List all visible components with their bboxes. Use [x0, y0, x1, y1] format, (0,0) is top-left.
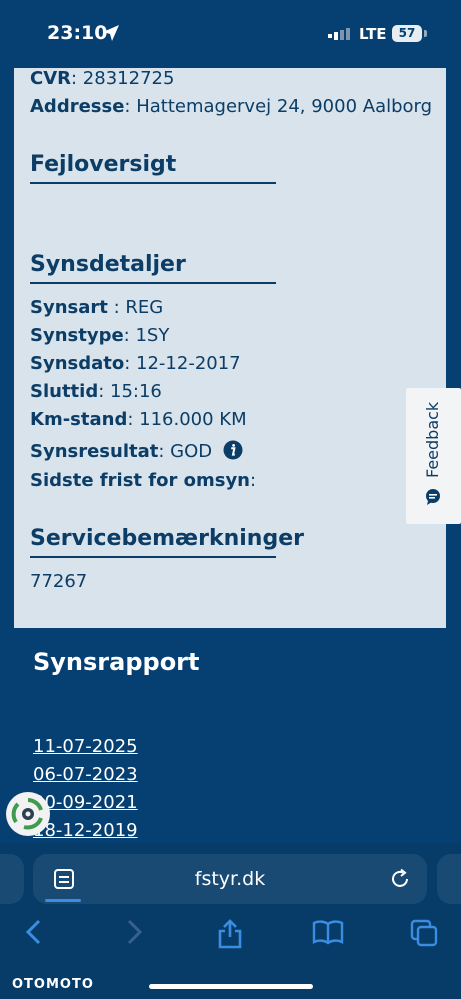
service-title: Servicebemærkninger [30, 526, 304, 551]
synstype-label: Synstype [30, 325, 124, 346]
back-icon[interactable] [24, 919, 44, 945]
feedback-label: Feedback [423, 401, 442, 478]
sluttid-value: : 15:16 [98, 381, 162, 402]
signal-icon [328, 28, 350, 40]
address-line: Addresse: Hattemagervej 24, 9000 Aalborg [30, 96, 432, 117]
cvr-line: CVR: 28312725 [30, 68, 174, 89]
synsdetaljer-underline [30, 282, 276, 284]
bookmarks-icon[interactable] [312, 919, 344, 945]
synsart-label: Synsart [30, 297, 108, 318]
synsart-value: : REG [107, 297, 164, 318]
reload-icon[interactable] [389, 868, 411, 890]
battery-icon: 57 [392, 25, 422, 42]
synsrapport-section: Synsrapport 11-07-2025 06-07-2023 20-09-… [14, 628, 446, 844]
km-stand-line: Km-stand: 116.000 KM [30, 409, 247, 430]
omsyn-line: Sidste frist for omsyn: [30, 470, 256, 491]
page-menu-underline [45, 899, 81, 902]
address-label: Addresse [30, 96, 125, 117]
status-bar: 23:10 LTE 57 [0, 0, 461, 68]
browser-chrome: fstyr.dk [0, 843, 461, 999]
feedback-chat-icon [426, 489, 440, 505]
next-tab-edge[interactable] [437, 854, 461, 904]
location-arrow-icon [103, 25, 119, 41]
service-underline [30, 556, 276, 558]
cvr-label: CVR [30, 68, 72, 89]
synsdato-label: Synsdato [30, 353, 125, 374]
fejloversigt-underline [30, 182, 276, 184]
synsrapport-title: Synsrapport [33, 648, 200, 676]
network-type: LTE [359, 25, 387, 43]
km-stand-label: Km-stand [30, 409, 128, 430]
info-icon[interactable] [223, 440, 243, 460]
sluttid-line: Sluttid: 15:16 [30, 381, 162, 402]
recycle-badge[interactable] [6, 792, 50, 836]
home-indicator[interactable] [149, 984, 313, 989]
report-link-2023[interactable]: 06-07-2023 [33, 764, 138, 785]
omsyn-label: Sidste frist for omsyn [30, 470, 250, 491]
battery-tip [424, 30, 427, 37]
cvr-value: : 28312725 [71, 68, 175, 89]
tabs-icon[interactable] [410, 919, 440, 947]
synsdato-value: : 12-12-2017 [124, 353, 241, 374]
status-time: 23:10 [47, 22, 108, 44]
url-text: fstyr.dk [194, 868, 266, 890]
omsyn-value: : [250, 470, 257, 491]
sluttid-label: Sluttid [30, 381, 99, 402]
synsresultat-value: : GOD [158, 441, 213, 462]
feedback-tab[interactable]: Feedback [406, 388, 461, 524]
service-value: 77267 [30, 571, 88, 592]
address-value: : Hattemagervej 24, 9000 Aalborg [124, 96, 433, 117]
address-bar[interactable]: fstyr.dk [33, 854, 427, 904]
watermark-logo: OTOMOTO [12, 977, 94, 992]
synstype-value: : 1SY [123, 325, 170, 346]
forward-icon[interactable] [124, 919, 144, 945]
synsart-line: Synsart : REG [30, 297, 163, 318]
fejloversigt-title: Fejloversigt [30, 152, 177, 177]
synsdetaljer-title: Synsdetaljer [30, 252, 186, 277]
synsdato-line: Synsdato: 12-12-2017 [30, 353, 241, 374]
details-panel: CVR: 28312725 Addresse: Hattemagervej 24… [14, 68, 446, 628]
synstype-line: Synstype: 1SY [30, 325, 169, 346]
km-stand-value: : 116.000 KM [127, 409, 247, 430]
synsresultat-label: Synsresultat [30, 441, 159, 462]
synsresultat-line: Synsresultat: GOD [30, 440, 243, 462]
report-link-2025[interactable]: 11-07-2025 [33, 736, 138, 757]
previous-tab-edge[interactable] [0, 854, 24, 904]
recycle-icon [11, 798, 43, 830]
share-icon[interactable] [216, 919, 244, 949]
